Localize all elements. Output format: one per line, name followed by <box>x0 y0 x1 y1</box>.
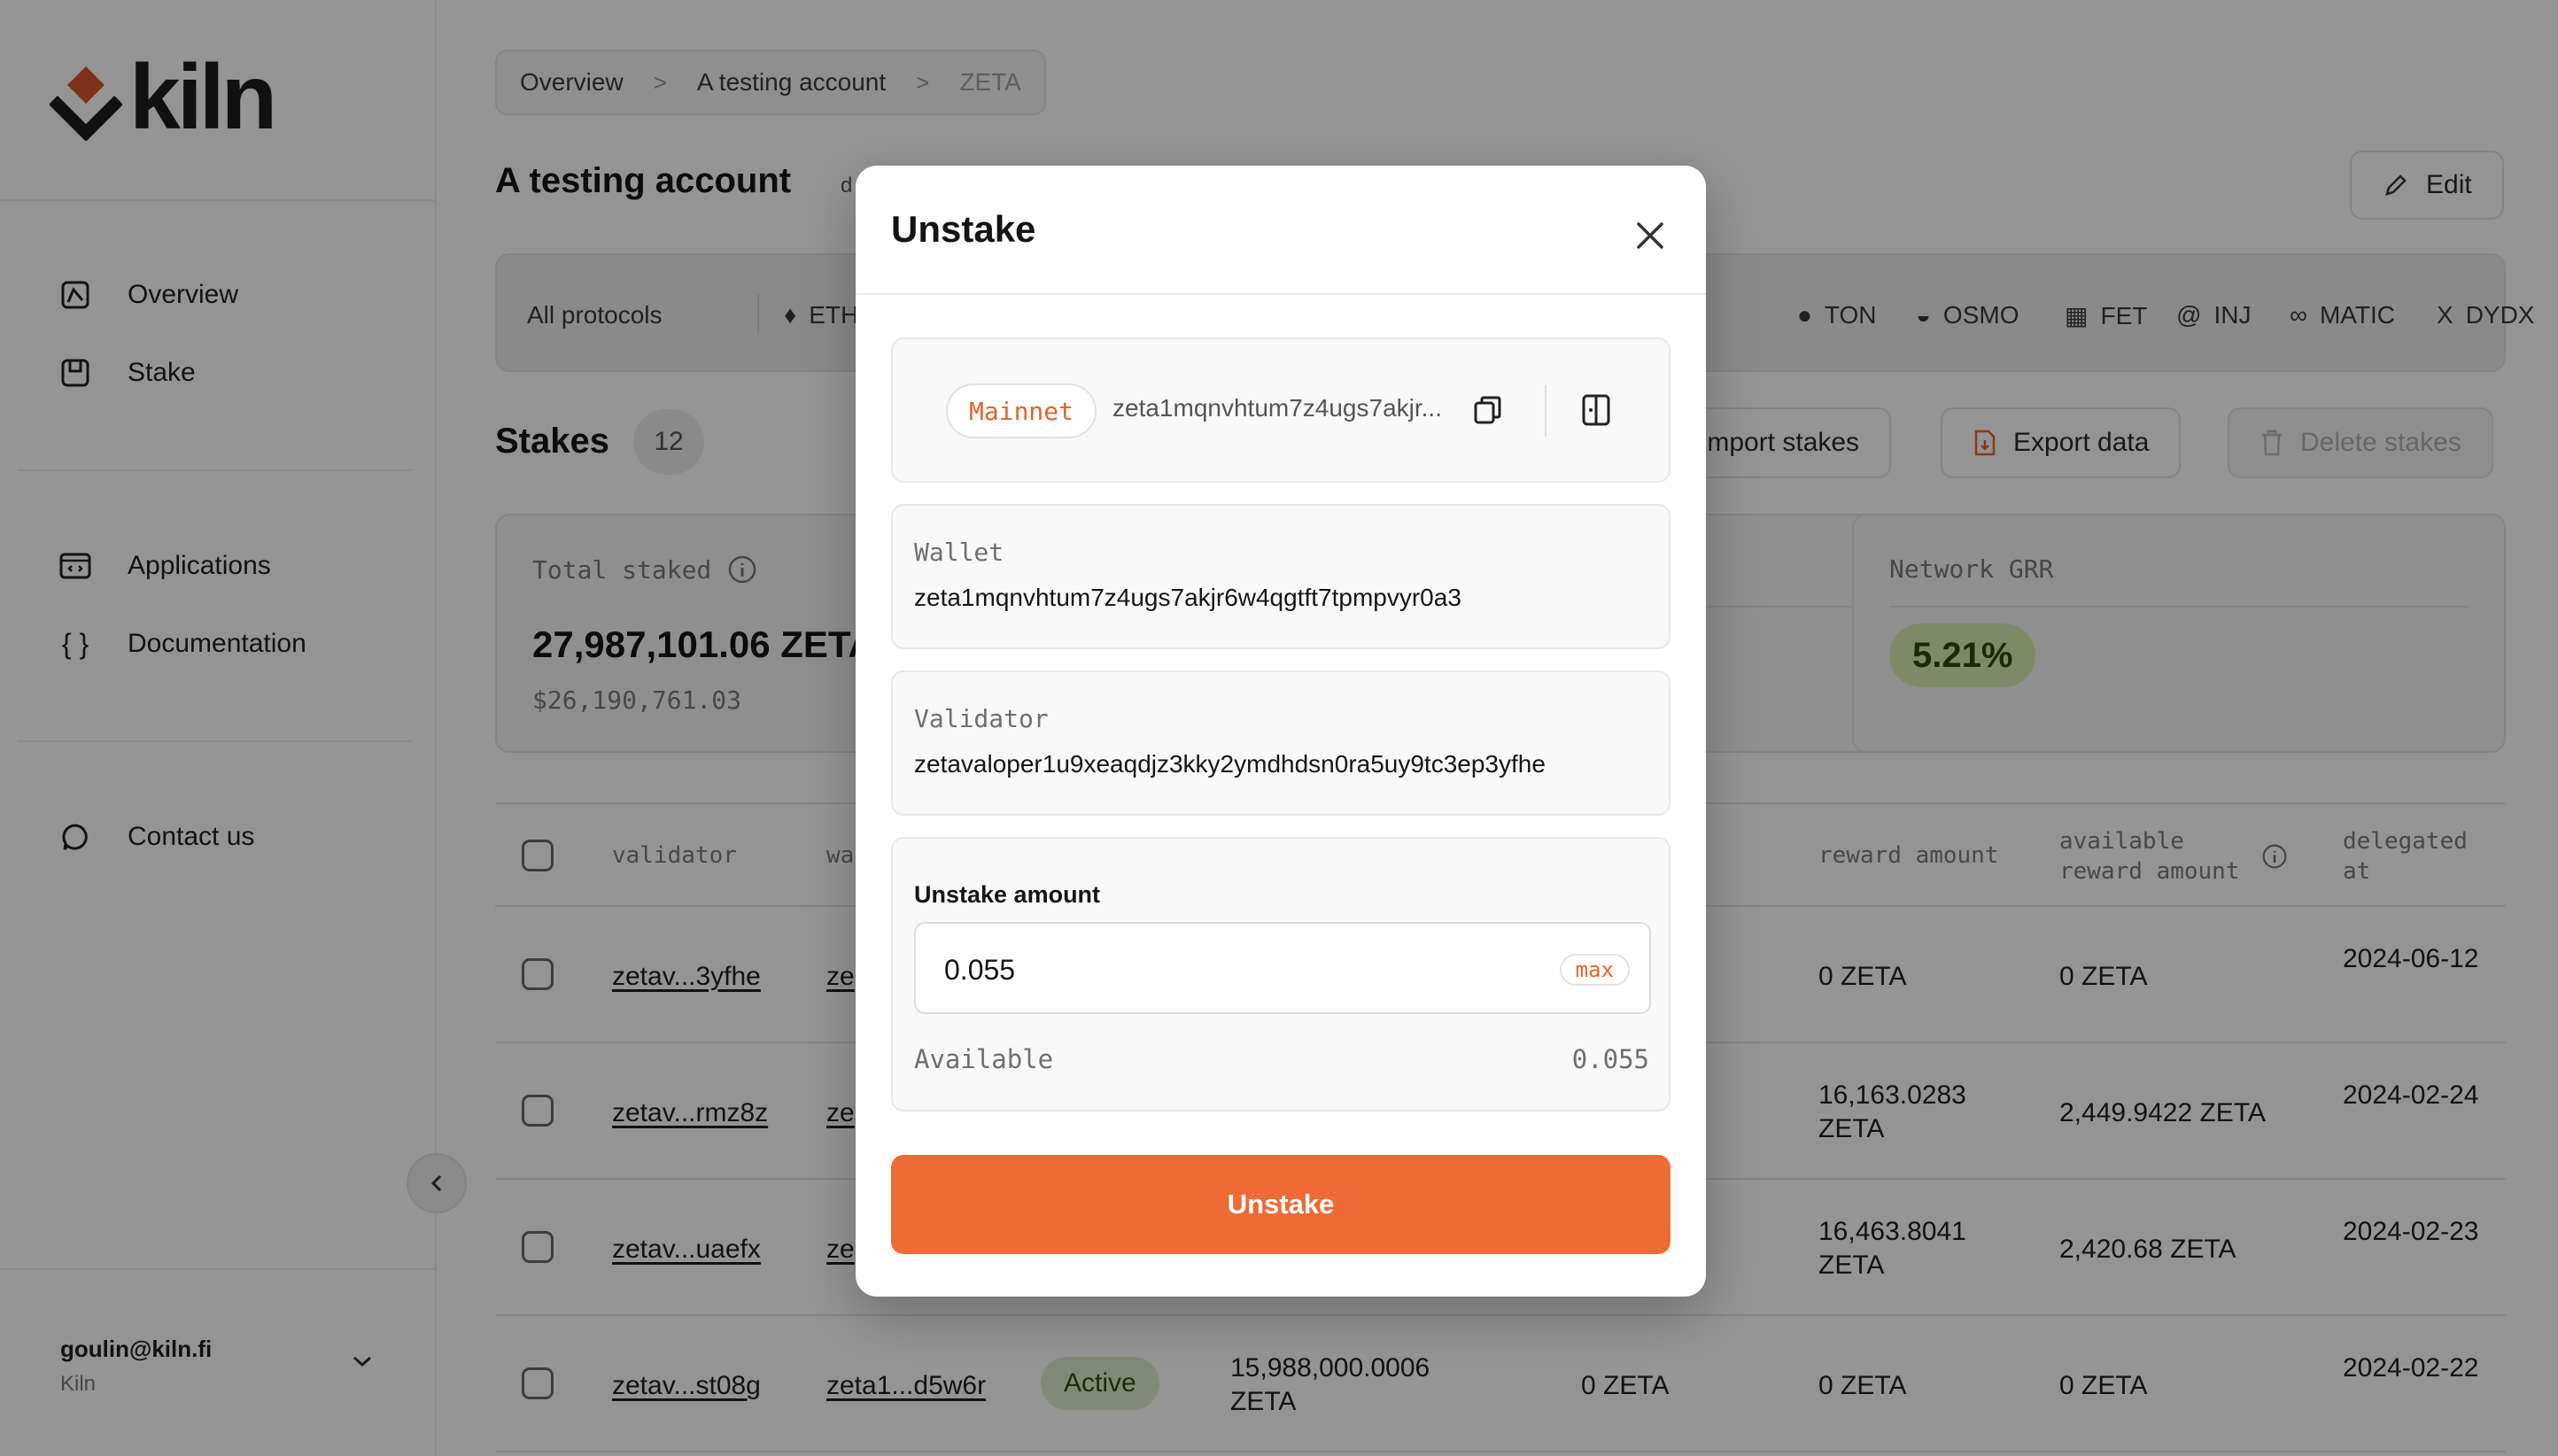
wallet-value: zeta1mqnvhtum7z4ugs7akjr6w4qgtft7tpmpvyr… <box>914 584 1461 611</box>
copy-icon[interactable] <box>1472 394 1504 430</box>
modal-title: Unstake <box>891 208 1036 250</box>
available-label: Available <box>914 1044 1054 1074</box>
available-value: 0.055 <box>1571 1044 1649 1074</box>
wallet-field: Wallet zeta1mqnvhtum7z4ugs7akjr6w4qgtft7… <box>891 504 1670 649</box>
unstake-amount-value: 0.055 <box>944 954 1016 986</box>
max-button[interactable]: max <box>1559 954 1630 986</box>
unstake-modal: Unstake Mainnet zeta1mqnvhtum7z4ugs7akjr… <box>856 166 1706 1297</box>
address-short: zeta1mqnvhtum7z4ugs7akjr... <box>1112 394 1442 422</box>
vertical-divider <box>1545 385 1546 437</box>
unstake-amount-label: Unstake amount <box>914 881 1101 908</box>
unstake-amount-box: Unstake amount 0.055 max Available 0.055 <box>891 837 1670 1111</box>
close-button[interactable] <box>1628 213 1672 258</box>
validator-field: Validator zetavaloper1u9xeaqdjz3kky2ymdh… <box>891 670 1670 816</box>
explorer-icon[interactable] <box>1580 392 1612 432</box>
modal-divider <box>856 293 1706 295</box>
validator-label: Validator <box>914 704 1049 733</box>
wallet-label: Wallet <box>914 538 1004 567</box>
close-icon <box>1637 222 1663 249</box>
account-address-box: Mainnet zeta1mqnvhtum7z4ugs7akjr... <box>891 337 1670 483</box>
network-badge: Mainnet <box>946 383 1097 438</box>
validator-value: zetavaloper1u9xeaqdjz3kky2ymdhdsn0ra5uy9… <box>914 750 1546 778</box>
unstake-submit-button[interactable]: Unstake <box>891 1155 1670 1254</box>
unstake-amount-input[interactable]: 0.055 max <box>914 922 1651 1014</box>
